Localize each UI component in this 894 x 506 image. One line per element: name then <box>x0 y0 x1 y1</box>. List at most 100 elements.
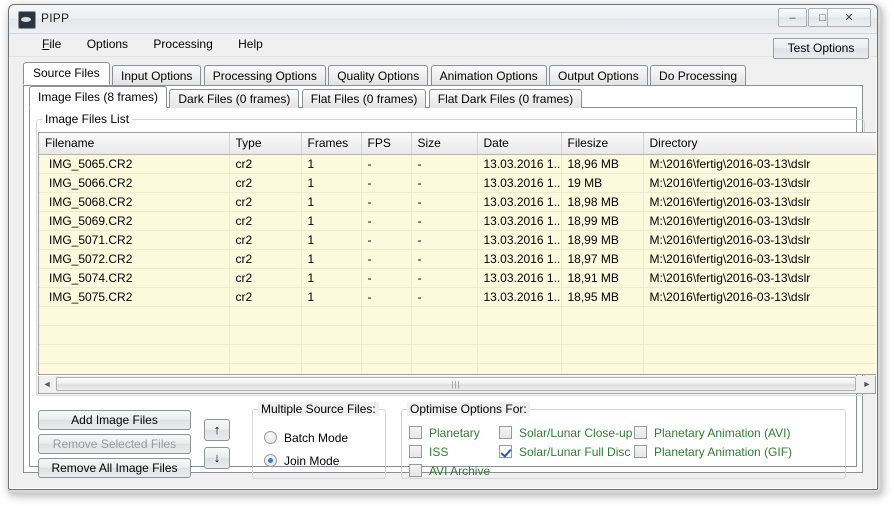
table-cell-size: - <box>411 154 478 174</box>
checkbox-planetary-animation-avi[interactable]: Planetary Animation (AVI) <box>634 426 791 440</box>
tab-animation-options[interactable]: Animation Options <box>430 65 547 85</box>
table-cell-empty <box>477 363 562 374</box>
menu-item-file[interactable]: File <box>31 34 72 54</box>
radio-batch-mode[interactable]: Batch Mode <box>264 431 348 445</box>
tab-processing-options[interactable]: Processing Options <box>203 65 326 85</box>
column-header-filename[interactable]: Filename <box>39 133 230 155</box>
table-cell-empty <box>229 325 302 345</box>
radio-join-mode[interactable]: Join Mode <box>264 454 339 468</box>
table-cell-filename: IMG_5065.CR2 <box>39 154 230 174</box>
checkbox-planetary-animation-gif-label: Planetary Animation (GIF) <box>654 445 793 459</box>
table-cell-date: 13.03.2016 1... <box>477 173 562 193</box>
table-row[interactable]: IMG_5072.CR2 cr2 1- -13.03.2016 1... 18,97 M… <box>39 249 876 269</box>
table-cell-empty <box>39 344 230 364</box>
table-cell-empty <box>561 325 644 345</box>
checkbox-planetary-animation-avi-label: Planetary Animation (AVI) <box>654 426 791 440</box>
checkbox-planetary[interactable]: Planetary <box>409 426 480 440</box>
table-cell-fps: - <box>361 268 412 288</box>
table-cell-directory: M:\2016\fertig\2016-03-13\dslr <box>643 249 876 269</box>
table-cell-date: 13.03.2016 1... <box>477 249 562 269</box>
move-up-button[interactable]: ↑ <box>204 419 230 441</box>
table-cell-empty <box>39 325 230 345</box>
table-row[interactable]: IMG_5065.CR2 cr2 1- -13.03.2016 1... 18,96 M… <box>39 154 876 174</box>
tab-quality-options[interactable]: Quality Options <box>328 65 429 85</box>
table-row[interactable]: IMG_5071.CR2 cr2 1- -13.03.2016 1... 18,99 M… <box>39 230 876 250</box>
table-cell-fps: - <box>361 173 412 193</box>
table-row-empty <box>39 344 876 364</box>
column-header-size[interactable]: Size <box>411 133 478 155</box>
table-cell-fps: - <box>361 154 412 174</box>
checkbox-unchecked-icon <box>409 464 422 477</box>
add-image-files-button[interactable]: Add Image Files <box>38 410 191 430</box>
table-row[interactable]: IMG_5066.CR2 cr2 1- -13.03.2016 1... 19 MB M:… <box>39 173 876 193</box>
table-cell-empty <box>301 344 362 364</box>
checkbox-avi-archive[interactable]: AVI Archive <box>409 464 490 478</box>
checkbox-solar-lunar-full-disc[interactable]: Solar/Lunar Full Disc <box>499 445 630 459</box>
table-cell-directory: M:\2016\fertig\2016-03-13\dslr <box>643 287 876 307</box>
table-cell-date: 13.03.2016 1... <box>477 154 562 174</box>
column-header-date[interactable]: Date <box>477 133 562 155</box>
remove-all-image-files-button[interactable]: Remove All Image Files <box>38 458 191 478</box>
table-row[interactable]: IMG_5075.CR2 cr2 1- -13.03.2016 1... 18,95 M… <box>39 287 876 307</box>
minimize-icon: – <box>789 12 796 24</box>
table-cell-type: cr2 <box>229 154 302 174</box>
minimize-button[interactable]: – <box>778 8 807 27</box>
table-row[interactable]: IMG_5068.CR2 cr2 1- -13.03.2016 1... 18,98 M… <box>39 192 876 212</box>
table-cell-empty <box>361 344 412 364</box>
horizontal-scrollbar[interactable]: ◄ ||| ► <box>38 376 876 394</box>
move-down-button[interactable]: ↓ <box>204 447 230 469</box>
remove-selected-files-button[interactable]: Remove Selected Files <box>38 434 191 454</box>
radio-selected-icon <box>264 454 277 467</box>
table-row[interactable]: IMG_5074.CR2 cr2 1- -13.03.2016 1... 18,91 M… <box>39 268 876 288</box>
tab-source-files[interactable]: Source Files <box>23 62 110 85</box>
checkbox-checked-icon <box>499 445 512 458</box>
scroll-left-arrow-icon[interactable]: ◄ <box>39 376 55 392</box>
table-cell-empty <box>477 344 562 364</box>
column-header-frames[interactable]: Frames <box>301 133 362 155</box>
menu-item-processing[interactable]: Processing <box>142 34 223 54</box>
menu-bar: File Options Processing Help <box>9 34 877 57</box>
table-cell-frames: 1 <box>301 268 362 288</box>
scroll-right-arrow-icon[interactable]: ► <box>859 376 875 392</box>
table-cell-empty <box>411 363 478 374</box>
table-cell-date: 13.03.2016 1... <box>477 230 562 250</box>
test-options-button[interactable]: Test Options <box>773 38 869 59</box>
radio-join-mode-label: Join Mode <box>284 454 340 468</box>
checkbox-iss-label: ISS <box>429 445 449 459</box>
table-cell-filesize: 18,98 MB <box>561 192 644 212</box>
column-header-filesize[interactable]: Filesize <box>561 133 644 155</box>
subtab-flat-files[interactable]: Flat Files (0 frames) <box>301 89 427 108</box>
column-header-fps[interactable]: FPS <box>361 133 412 155</box>
tab-input-options[interactable]: Input Options <box>112 65 202 85</box>
table-cell-size: - <box>411 173 478 193</box>
column-header-directory[interactable]: Directory <box>643 133 876 155</box>
table-cell-type: cr2 <box>229 268 302 288</box>
tab-output-options[interactable]: Output Options <box>548 65 648 85</box>
table-header-row: Filename Type Frames FPS Size Date Files… <box>39 133 876 155</box>
table-cell-fps: - <box>361 211 412 231</box>
scrollbar-thumb[interactable]: ||| <box>56 377 856 391</box>
scrollbar-grip-icon: ||| <box>451 380 461 389</box>
column-header-type[interactable]: Type <box>229 133 302 155</box>
subtab-flat-dark-files[interactable]: Flat Dark Files (0 frames) <box>428 89 583 108</box>
window-title: PIPP <box>41 11 70 25</box>
table-cell-type: cr2 <box>229 287 302 307</box>
subtab-dark-files[interactable]: Dark Files (0 frames) <box>169 89 300 108</box>
arrow-up-icon: ↑ <box>213 422 221 437</box>
menu-item-options[interactable]: Options <box>76 34 139 54</box>
file-list-view[interactable]: Filename Type Frames FPS Size Date Files… <box>38 132 876 375</box>
close-button[interactable]: ✕ <box>827 8 871 27</box>
table-row[interactable]: IMG_5069.CR2 cr2 1- -13.03.2016 1... 18,99 M… <box>39 211 876 231</box>
menu-item-help[interactable]: Help <box>227 34 274 54</box>
checkbox-planetary-animation-gif[interactable]: Planetary Animation (GIF) <box>634 445 792 459</box>
table-cell-type: cr2 <box>229 230 302 250</box>
checkbox-iss[interactable]: ISS <box>409 445 448 459</box>
subtab-image-files[interactable]: Image Files (8 frames) <box>29 86 168 108</box>
tab-do-processing[interactable]: Do Processing <box>650 65 747 85</box>
table-cell-empty <box>643 325 876 345</box>
table-cell-frames: 1 <box>301 287 362 307</box>
table-cell-size: - <box>411 268 478 288</box>
checkbox-solar-lunar-close-up[interactable]: Solar/Lunar Close-up <box>499 426 632 440</box>
table-cell-frames: 1 <box>301 173 362 193</box>
arrow-down-icon: ↓ <box>213 450 221 465</box>
